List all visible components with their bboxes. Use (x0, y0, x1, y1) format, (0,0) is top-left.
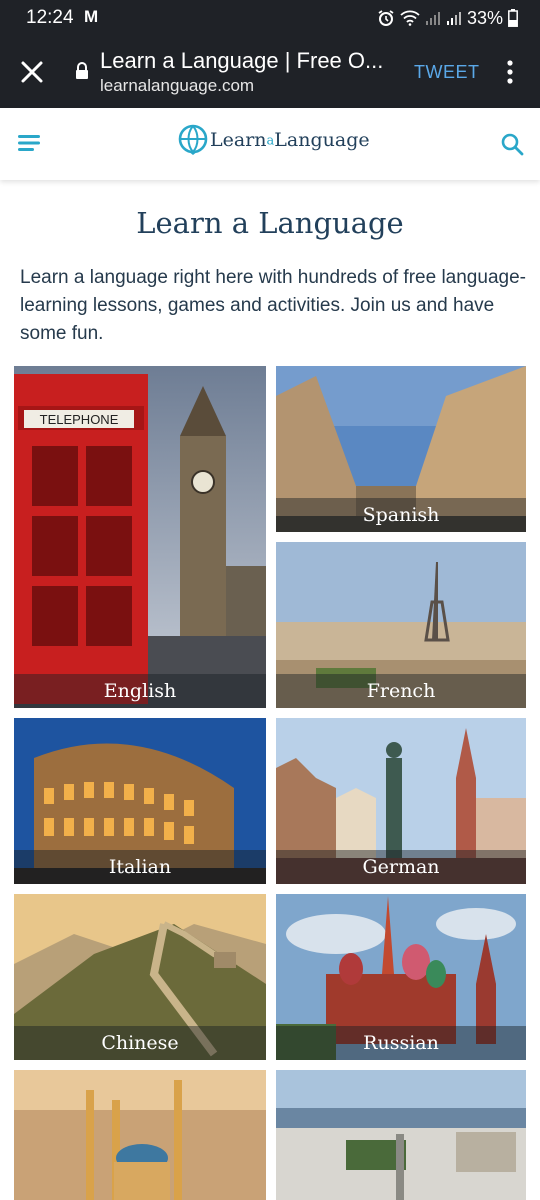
language-card-french[interactable]: French (276, 542, 526, 708)
language-card-partial-left[interactable] (14, 1070, 266, 1200)
wifi-icon (400, 10, 420, 26)
status-bar: 12:24 M 33% (0, 0, 540, 36)
lock-icon (76, 62, 88, 79)
site-logo[interactable]: LearnaLanguage (178, 124, 370, 156)
page-url[interactable]: learnalanguage.com (100, 76, 254, 96)
london-photo: TELEPHONE (14, 366, 266, 708)
hamburger-menu-icon[interactable] (18, 134, 42, 152)
language-label-spanish: Spanish (276, 498, 526, 532)
language-card-german[interactable]: German (276, 718, 526, 884)
status-time: 12:24 (26, 7, 74, 28)
language-label-german: German (276, 850, 526, 884)
language-label-french: French (276, 674, 526, 708)
language-card-spanish[interactable]: Spanish (276, 366, 526, 532)
language-label-chinese: Chinese (14, 1026, 266, 1060)
language-label-italian: Italian (14, 850, 266, 884)
site-header: LearnaLanguage (0, 108, 540, 180)
gmail-icon: M (84, 7, 99, 26)
language-card-english[interactable]: TELEPHONE English (14, 366, 266, 708)
status-icons: 33% (377, 6, 518, 30)
svg-text:TELEPHONE: TELEPHONE (40, 412, 119, 427)
browser-toolbar: Learn a Language | Free O... learnalangu… (0, 36, 540, 108)
language-label-english: English (14, 674, 266, 708)
signal-icon-2 (446, 12, 461, 25)
language-label-russian: Russian (276, 1026, 526, 1060)
page-title[interactable]: Learn a Language | Free O... (100, 48, 400, 74)
intro-text: Learn a language right here with hundred… (20, 267, 526, 344)
language-card-chinese[interactable]: Chinese (14, 894, 266, 1060)
language-card-russian[interactable]: Russian (276, 894, 526, 1060)
language-card-partial-right[interactable] (276, 1070, 526, 1200)
more-options-icon[interactable] (504, 58, 516, 86)
tweet-button[interactable]: TWEET (414, 62, 480, 83)
signal-icon (425, 12, 440, 25)
lisbon-photo (276, 1070, 526, 1200)
alarm-icon (378, 10, 394, 26)
page-heading: Learn a Language (136, 206, 404, 240)
battery-percent: 33% (466, 7, 503, 28)
battery-icon (508, 9, 518, 27)
logo-text: LearnaLanguage (210, 129, 370, 151)
globe-logo-icon (178, 124, 208, 155)
search-icon[interactable] (500, 132, 524, 156)
close-icon[interactable] (18, 58, 46, 86)
language-card-italian[interactable]: Italian (14, 718, 266, 884)
mosque-photo (14, 1070, 266, 1200)
